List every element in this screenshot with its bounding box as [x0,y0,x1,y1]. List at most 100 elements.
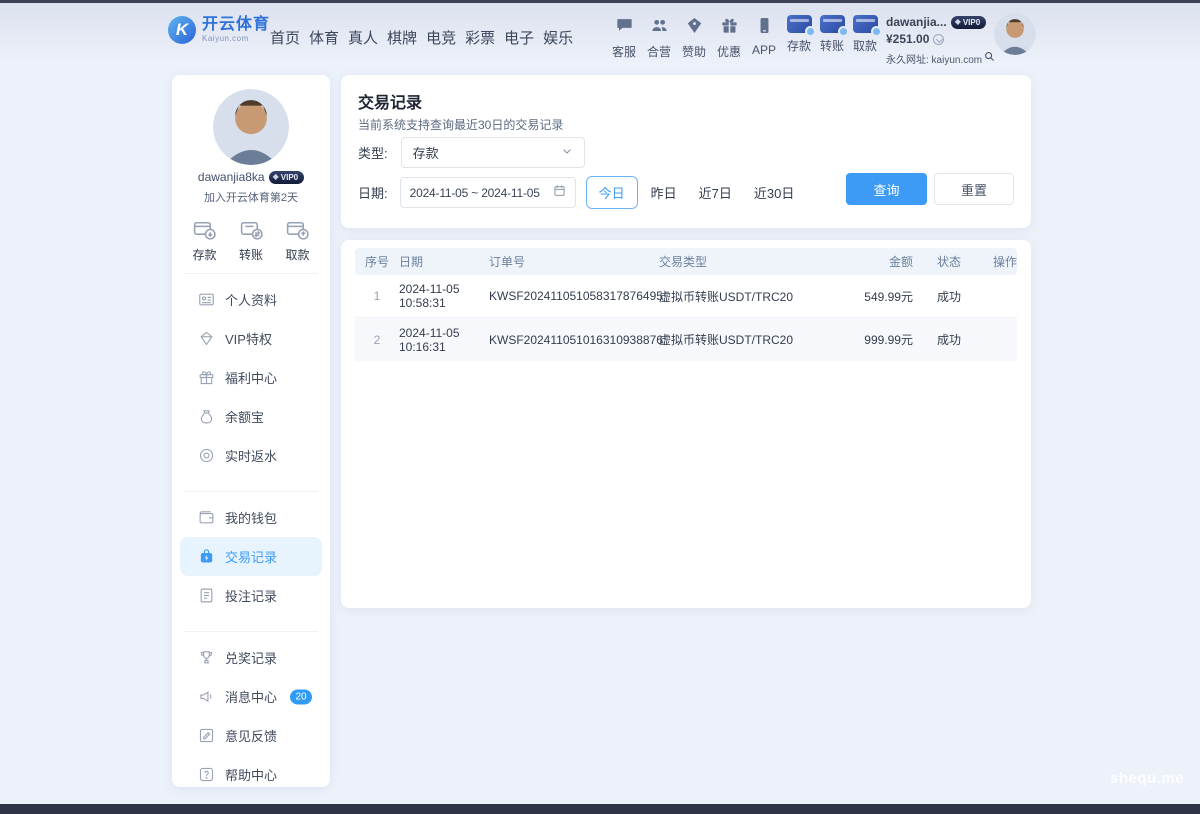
unread-count-badge: 20 [290,689,312,704]
help-icon [198,766,215,783]
sidebar-avatar[interactable] [213,89,289,165]
cell-amount: 999.99元 [829,331,913,348]
nav-item-home[interactable]: 首页 [268,27,302,48]
range-button-30days[interactable]: 近30日 [745,176,803,209]
date-label: 日期: [358,183,388,202]
id-card-icon [198,291,215,308]
transfer-button[interactable]: 转账 [818,15,846,54]
page-subtitle: 当前系统支持查询最近30日的交易记录 [358,116,563,133]
avatar[interactable] [994,13,1036,55]
sidebar-item-yuebao[interactable]: 余额宝 [172,397,330,436]
bottom-strip [0,804,1200,814]
nav-item-chess[interactable]: 棋牌 [385,27,419,48]
sidebar-withdraw-button[interactable]: 取款 [285,217,310,263]
transfer-badge-icon [838,26,849,37]
page-title: 交易记录 [358,89,422,113]
sidebar-item-vip[interactable]: VIP特权 [172,319,330,358]
cell-no: 1 [355,289,399,303]
date-range-input[interactable]: 2024-11-05 ~ 2024-11-05 [400,177,576,208]
sidebar-item-rebate[interactable]: 实时返水 [172,436,330,475]
transaction-bag-icon [198,548,215,565]
bet-records-icon [198,587,215,604]
vip-badge: ◆VIP0 [951,16,987,29]
quicklink-affiliate[interactable]: 合营 [646,16,672,60]
sidebar-transfer-button[interactable]: 转账 [239,217,264,263]
nav-item-live[interactable]: 真人 [346,27,380,48]
type-select[interactable]: 存款 [401,137,585,168]
calendar-icon[interactable] [553,184,566,202]
range-button-today[interactable]: 今日 [586,176,638,209]
gift-icon [720,16,739,40]
search-icon[interactable] [984,49,995,67]
deposit-button[interactable]: 存款 [785,15,813,54]
joined-days-text: 加入开云体育第2天 [172,189,330,205]
cell-date: 2024-11-0510:16:31 [399,326,489,354]
sidebar-item-messages[interactable]: 消息中心 20 [172,677,330,716]
vip-gem-icon: ◆ [955,18,961,26]
col-header-type: 交易类型 [659,253,829,270]
sidebar-item-help[interactable]: 帮助中心 [172,755,330,794]
quicklink-sponsor[interactable]: 赞助 [681,16,707,60]
username: dawanjia... [886,15,947,29]
main-nav: 首页 体育 真人 棋牌 电竞 彩票 电子 娱乐 [268,27,575,48]
sidebar: dawanjia8ka ◆VIP0 加入开云体育第2天 存款 转账 取款 个人资… [172,75,330,787]
sidebar-item-prizes[interactable]: 兑奖记录 [172,638,330,677]
col-header-date: 日期 [399,253,489,270]
range-button-yesterday[interactable]: 昨日 [642,176,686,209]
table-header-row: 序号 日期 订单号 交易类型 金额 状态 操作 [355,248,1017,275]
quicklink-promo[interactable]: 优惠 [716,16,742,60]
transactions-table-card: 序号 日期 订单号 交易类型 金额 状态 操作 1 2024-11-0510:5… [341,240,1031,608]
sidebar-item-wallet[interactable]: 我的钱包 [172,498,330,537]
header: K 开云体育 Kaiyun.com 首页 体育 真人 棋牌 电竞 彩票 电子 娱… [0,3,1200,65]
type-select-value: 存款 [413,143,439,162]
brand-logo[interactable]: K 开云体育 Kaiyun.com [168,16,270,44]
nav-item-lottery[interactable]: 彩票 [463,27,497,48]
logo-mark-icon: K [168,16,196,44]
col-header-order: 订单号 [489,253,659,270]
reset-button[interactable]: 重置 [934,173,1014,205]
nav-item-sports[interactable]: 体育 [307,27,341,48]
nav-item-entertainment[interactable]: 娱乐 [541,27,575,48]
quicklink-app[interactable]: APP [751,16,777,60]
sidebar-item-transactions[interactable]: 交易记录 [180,537,322,576]
cell-order-no: KWSF202411051058317876495 [489,289,659,303]
trophy-icon [198,649,215,666]
sidebar-item-feedback[interactable]: 意见反馈 [172,716,330,755]
col-header-operation: 操作 [983,253,1017,270]
table-row: 2 2024-11-0510:16:31 KWSF202411051016310… [355,318,1017,361]
cell-status: 成功 [913,331,983,348]
sidebar-item-profile[interactable]: 个人资料 [172,280,330,319]
query-button[interactable]: 查询 [846,173,927,205]
nav-item-esports[interactable]: 电竞 [424,27,458,48]
wallet-icon [198,509,215,526]
sidebar-quick-actions: 存款 转账 取款 [172,217,330,263]
vip-gem-icon: ◆ [273,173,279,181]
nav-item-slots[interactable]: 电子 [502,27,536,48]
header-wallet-actions: 存款 转账 取款 [785,15,879,54]
people-icon [650,16,669,40]
megaphone-icon [198,688,215,705]
cell-date: 2024-11-0510:58:31 [399,282,489,310]
brand-name: 开云体育 [202,17,270,34]
feedback-icon [198,727,215,744]
cell-status: 成功 [913,288,983,305]
filter-card: 交易记录 当前系统支持查询最近30日的交易记录 类型: 存款 日期: 2024-… [341,75,1031,228]
range-button-7days[interactable]: 近7日 [690,176,741,209]
col-header-no: 序号 [355,253,399,270]
header-quick-links: 客服 合营 赞助 优惠 APP [611,16,777,60]
date-range-value: 2024-11-05 ~ 2024-11-05 [410,186,540,200]
sidebar-group-wallet: 我的钱包 交易记录 投注记录 [172,492,330,621]
withdraw-badge-icon [871,26,882,37]
gift-icon [198,369,215,386]
quicklink-support[interactable]: 客服 [611,16,637,60]
deposit-outline-icon [192,217,217,242]
balance-toggle-icon[interactable] [933,34,944,45]
sidebar-item-welfare[interactable]: 福利中心 [172,358,330,397]
watermark: shequ.me [1110,770,1184,787]
cell-type: 虚拟币转账USDT/TRC20 [659,331,829,348]
sidebar-item-bets[interactable]: 投注记录 [172,576,330,615]
page: K 开云体育 Kaiyun.com 首页 体育 真人 棋牌 电竞 彩票 电子 娱… [0,0,1200,814]
sidebar-deposit-button[interactable]: 存款 [192,217,217,263]
user-info[interactable]: dawanjia... ◆VIP0 ¥251.00 永久网址: kaiyun.c… [886,15,994,67]
withdraw-button[interactable]: 取款 [851,15,879,54]
